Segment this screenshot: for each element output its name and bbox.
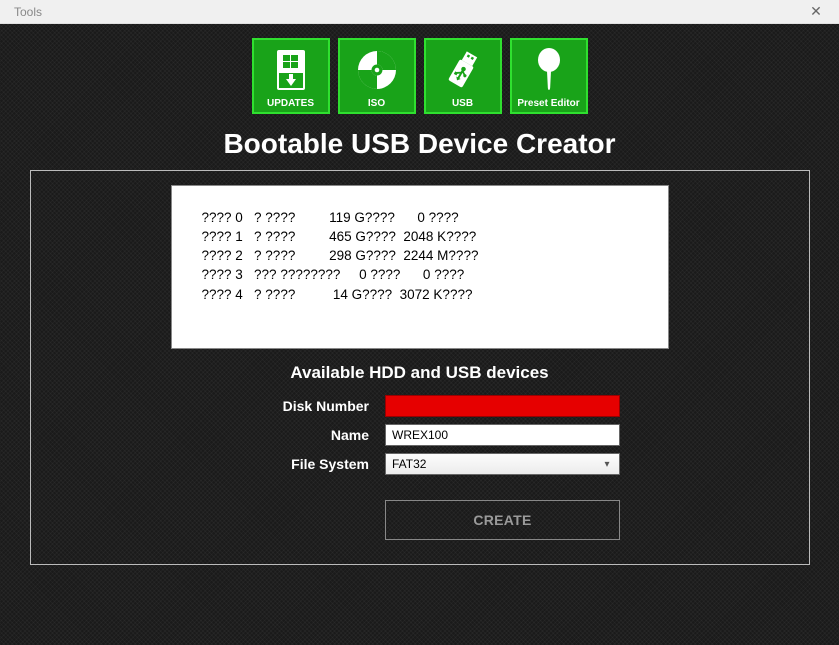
- file-system-value: FAT32: [392, 457, 426, 471]
- tile-iso[interactable]: ISO: [338, 38, 416, 114]
- tile-updates[interactable]: UPDATES: [252, 38, 330, 114]
- client-area: UPDATES ISO: [0, 24, 839, 645]
- name-input[interactable]: [385, 424, 620, 446]
- tile-label: USB: [452, 99, 473, 112]
- main-frame: ???? 0 ? ???? 119 G???? 0 ???? ???? 1 ? …: [30, 170, 810, 565]
- page-title: Bootable USB Device Creator: [223, 128, 615, 160]
- tile-usb[interactable]: USB: [424, 38, 502, 114]
- window-close-button[interactable]: ✕: [801, 3, 831, 20]
- device-list[interactable]: ???? 0 ? ???? 119 G???? 0 ???? ???? 1 ? …: [171, 185, 669, 349]
- section-heading: Available HDD and USB devices: [290, 363, 548, 383]
- disk-number-label: Disk Number: [219, 398, 369, 414]
- menubar: Tools ✕: [0, 0, 839, 24]
- create-button[interactable]: CREATE: [385, 500, 620, 540]
- file-system-select[interactable]: FAT32 ▾: [385, 453, 620, 475]
- device-form: Disk Number Name File System FAT32 ▾ CRE…: [219, 395, 620, 540]
- tile-label: Preset Editor: [517, 99, 579, 112]
- file-system-label: File System: [219, 456, 369, 472]
- tile-label: UPDATES: [267, 99, 314, 112]
- name-label: Name: [219, 427, 369, 443]
- tile-preset-editor[interactable]: Preset Editor: [510, 38, 588, 114]
- disk-number-input[interactable]: [385, 395, 620, 417]
- app-window: Tools ✕ UPDATES: [0, 0, 839, 645]
- updates-icon: [254, 40, 328, 99]
- usb-icon: [426, 40, 500, 99]
- preset-editor-icon: [512, 40, 586, 99]
- tile-label: ISO: [368, 99, 385, 112]
- chevron-down-icon: ▾: [599, 459, 615, 470]
- menu-tools[interactable]: Tools: [8, 3, 48, 21]
- tile-row: UPDATES ISO: [252, 38, 588, 114]
- iso-icon: [340, 40, 414, 99]
